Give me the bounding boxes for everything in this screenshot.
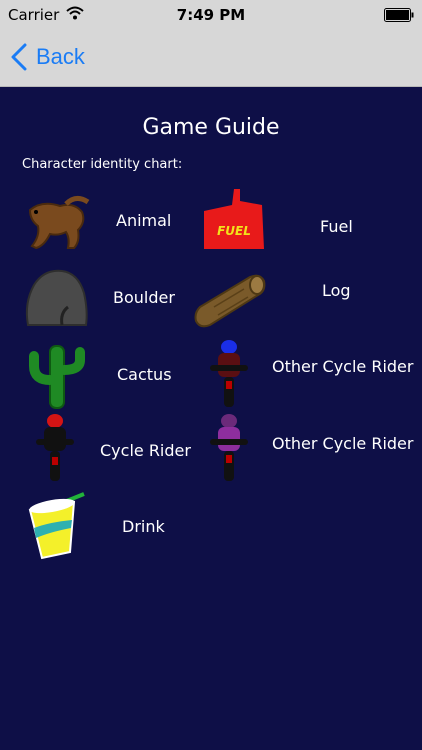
- status-bar: Carrier 7:49 PM: [0, 0, 422, 30]
- other-cycle-rider-blue-label: Other Cycle Rider: [272, 357, 414, 376]
- page-title: Game Guide: [142, 115, 280, 140]
- status-time: 7:49 PM: [176, 6, 246, 24]
- fuel-can-text: FUEL: [217, 224, 251, 238]
- cycle-rider-label: Cycle Rider: [100, 441, 191, 460]
- fuel-label: Fuel: [320, 217, 353, 236]
- chart-subtitle: Character identity chart:: [22, 157, 183, 172]
- chevron-left-icon: [11, 43, 27, 71]
- navigation-bar: Back: [0, 30, 422, 87]
- cactus-label: Cactus: [117, 365, 172, 384]
- cactus-icon: [22, 340, 92, 410]
- battery-icon: [384, 8, 414, 22]
- boulder-icon: [22, 263, 92, 333]
- drink-label: Drink: [122, 517, 165, 536]
- back-button[interactable]: Back: [10, 42, 85, 72]
- back-button-label: Back: [36, 44, 85, 69]
- log-label: Log: [322, 281, 351, 300]
- cycle-rider-icon: [30, 413, 100, 483]
- log-icon: [194, 263, 266, 333]
- other-cycle-rider-purple-label: Other Cycle Rider: [272, 434, 414, 453]
- fuel-can-icon: FUEL: [200, 187, 270, 257]
- animal-label: Animal: [116, 211, 172, 230]
- drink-icon: [20, 492, 90, 562]
- other-cycle-rider-blue-icon: [204, 339, 274, 409]
- animal-icon: [22, 190, 92, 260]
- boulder-label: Boulder: [113, 288, 175, 307]
- game-guide-content: Game Guide Character identity chart: Ani…: [0, 87, 422, 750]
- other-cycle-rider-purple-icon: [204, 413, 274, 483]
